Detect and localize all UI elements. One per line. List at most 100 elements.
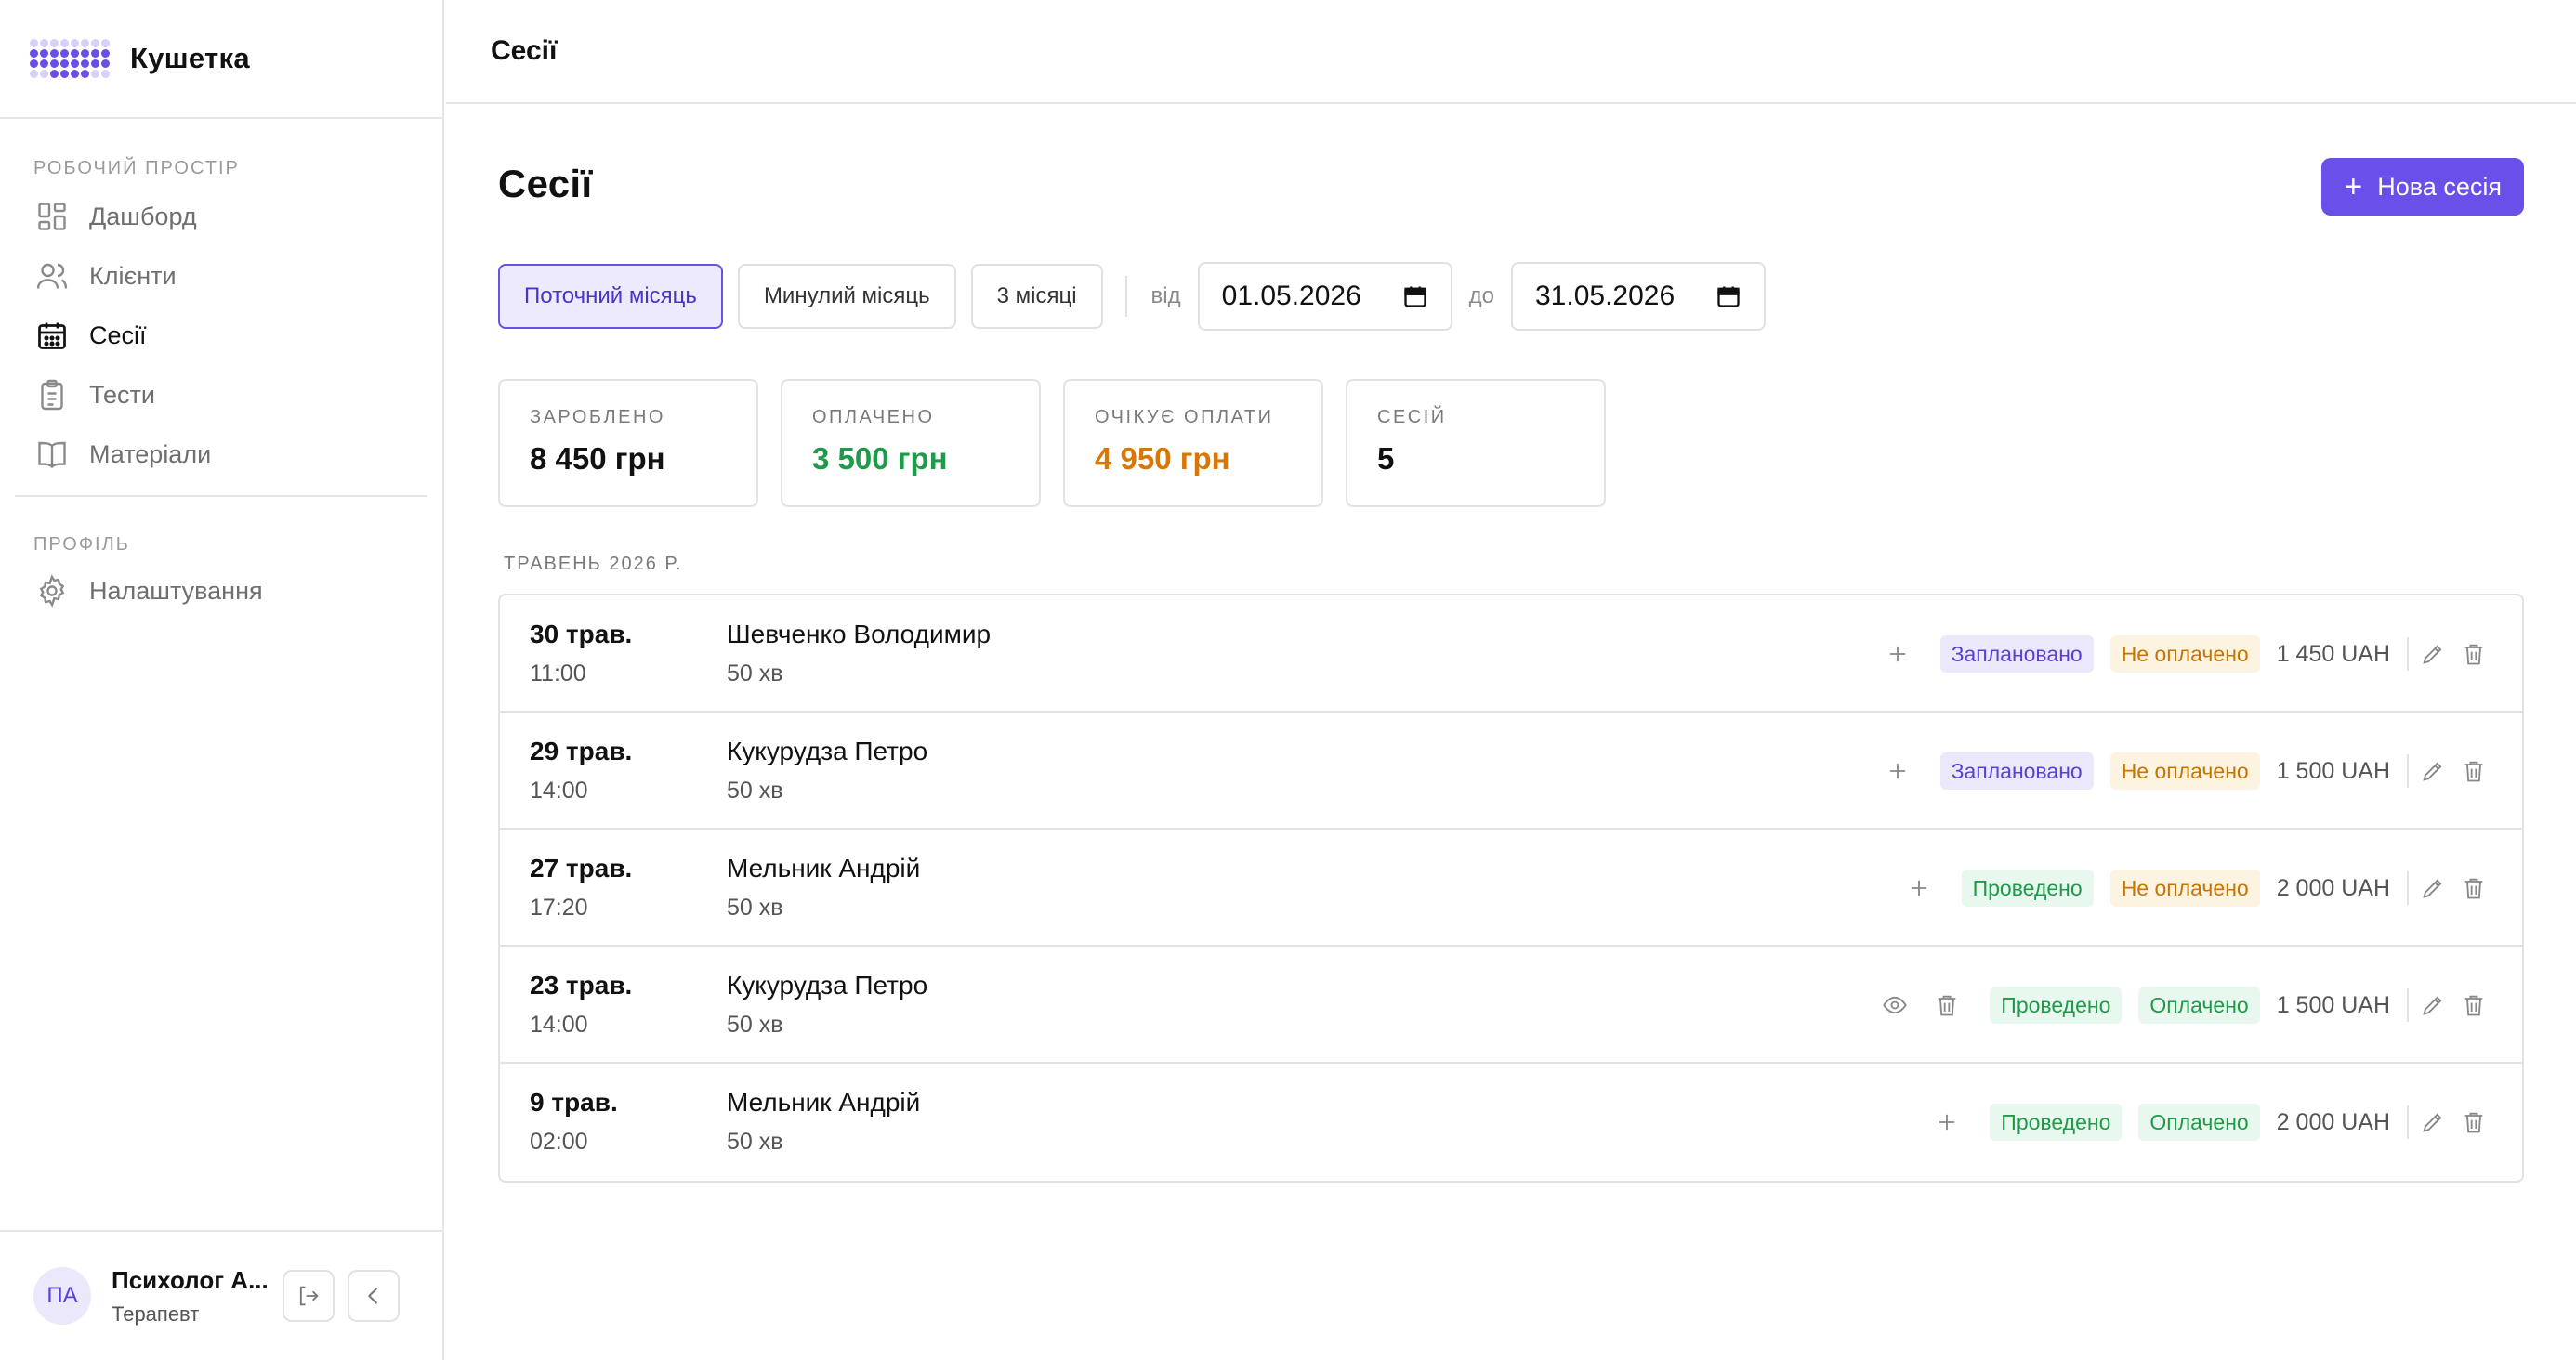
new-session-button[interactable]: + Нова сесія [2321, 158, 2524, 216]
session-amount: 2 000 UAH [2276, 1108, 2390, 1135]
filter-3-months[interactable]: 3 місяці [970, 264, 1103, 329]
app-root: Кушетка РОБОЧИЙ ПРОСТІР Дашборд Клієнти … [0, 0, 2576, 1360]
edit-button[interactable] [2418, 990, 2448, 1020]
trash-icon [2464, 761, 2483, 782]
status-badge: Проведено [1961, 870, 2094, 907]
delete-button[interactable] [2459, 990, 2489, 1020]
delete-button[interactable] [2459, 1107, 2489, 1137]
session-time: 17:20 [530, 895, 588, 921]
actions-separator [2407, 754, 2409, 788]
pencil-icon [2423, 879, 2442, 898]
trash-icon [2464, 995, 2483, 1016]
month-group-label: ТРАВЕНЬ 2026 Р. [504, 554, 683, 574]
book-icon [38, 441, 66, 469]
session-amount: 2 000 UAH [2276, 874, 2390, 901]
to-date-input[interactable]: 31.05.2026 [1511, 262, 1766, 331]
brand-name: Кушетка [130, 42, 250, 74]
to-date-value: 31.05.2026 [1535, 281, 1676, 311]
session-client[interactable]: Кукурудза Петро [727, 971, 927, 1000]
session-date: 27 трав. [530, 854, 633, 883]
session-client[interactable]: Кукурудза Петро [727, 737, 927, 766]
topbar-title: Сесії [491, 35, 558, 66]
logout-button[interactable] [283, 1270, 335, 1322]
sidebar-item-label: Налаштування [89, 576, 263, 605]
new-session-label: Нова сесія [2377, 172, 2502, 201]
session-client[interactable]: Мельник Андрій [727, 854, 920, 883]
sidebar-item-label: Тести [89, 380, 155, 409]
user-name: Психолог А... [112, 1265, 269, 1294]
collapse-sidebar-button[interactable] [348, 1270, 400, 1322]
avatar[interactable]: ПА [33, 1267, 91, 1325]
add-note-button[interactable] [1904, 873, 1934, 903]
session-row[interactable]: 23 трав. 14:00 Кукурудза Петро 50 хв Про… [500, 947, 2522, 1064]
session-time: 02:00 [530, 1129, 588, 1155]
pencil-icon [2423, 996, 2442, 1015]
trash-icon [2464, 644, 2483, 665]
edit-button[interactable] [2418, 639, 2448, 669]
stat-card-earned: ЗАРОБЛЕНО 8 450 грн [498, 379, 758, 507]
plus-icon: + [2344, 169, 2363, 204]
session-row[interactable]: 27 трав. 17:20 Мельник Андрій 50 хв Пров… [500, 830, 2522, 947]
page-title: Сесії [498, 162, 593, 205]
payment-badge[interactable]: Не оплачено [2109, 752, 2260, 790]
delete-button[interactable] [2459, 756, 2489, 786]
chevron-left-icon [367, 1288, 378, 1304]
add-note-button[interactable] [1883, 639, 1912, 669]
view-note-button[interactable] [1880, 990, 1910, 1020]
session-date: 23 трав. [530, 971, 633, 1000]
sidebar-item-settings[interactable]: Налаштування [0, 561, 442, 621]
delete-button[interactable] [2459, 873, 2489, 903]
add-note-button[interactable] [1932, 1107, 1962, 1137]
stat-card-pending: ОЧІКУЄ ОПЛАТИ 4 950 грн [1063, 379, 1323, 507]
sidebar-item-clients[interactable]: Клієнти [0, 246, 442, 306]
from-date-input[interactable]: 01.05.2026 [1197, 262, 1452, 331]
user-info: Психолог А... Терапевт [112, 1266, 269, 1327]
edit-button[interactable] [2418, 1107, 2448, 1137]
payment-badge[interactable]: Оплачено [2138, 1104, 2260, 1141]
session-row[interactable]: 30 трав. 11:00 Шевченко Володимир 50 хв … [500, 595, 2522, 713]
payment-badge[interactable]: Не оплачено [2109, 870, 2260, 907]
calendar-icon[interactable] [1715, 283, 1741, 309]
dashboard-icon [38, 203, 66, 230]
stat-label: СЕСІЙ [1377, 407, 1447, 427]
filter-last-month[interactable]: Минулий місяць [737, 264, 956, 329]
status-badge: Заплановано [1939, 635, 2094, 673]
edit-button[interactable] [2418, 756, 2448, 786]
edit-button[interactable] [2418, 873, 2448, 903]
filter-separator [1124, 276, 1127, 317]
delete-button[interactable] [2459, 639, 2489, 669]
stat-label: ОПЛАЧЕНО [812, 407, 935, 427]
trash-icon [1938, 995, 1956, 1016]
stat-label: ОЧІКУЄ ОПЛАТИ [1095, 407, 1274, 427]
stat-value: 5 [1377, 441, 1395, 476]
payment-badge[interactable]: Оплачено [2138, 987, 2260, 1024]
plus-icon [1889, 763, 1905, 779]
brand[interactable]: Кушетка [0, 0, 442, 119]
from-date-value: 01.05.2026 [1221, 281, 1361, 311]
session-actions: Проведено Оплачено 1 500 UAH [1869, 947, 2494, 1064]
actions-separator [2407, 637, 2409, 671]
sidebar-item-materials[interactable]: Матеріали [0, 425, 442, 484]
actions-separator [2407, 871, 2409, 905]
actions-separator [2407, 988, 2409, 1022]
session-time: 14:00 [530, 778, 588, 804]
add-note-button[interactable] [1883, 756, 1912, 786]
session-amount: 1 500 UAH [2276, 991, 2390, 1018]
session-client[interactable]: Шевченко Володимир [727, 620, 991, 649]
logout-icon [299, 1286, 319, 1306]
delete-note-button[interactable] [1932, 990, 1962, 1020]
sidebar-item-tests[interactable]: Тести [0, 365, 442, 425]
session-amount: 1 450 UAH [2276, 640, 2390, 667]
session-client[interactable]: Мельник Андрій [727, 1088, 920, 1118]
sidebar-item-dashboard[interactable]: Дашборд [0, 187, 442, 246]
eye-icon [1883, 996, 1908, 1014]
session-row[interactable]: 29 трав. 14:00 Кукурудза Петро 50 хв Зап… [500, 713, 2522, 830]
calendar-icon[interactable] [1402, 283, 1428, 309]
filter-current-month[interactable]: Поточний місяць [498, 264, 723, 329]
plus-icon [1911, 880, 1926, 896]
sidebar-item-sessions[interactable]: Сесії [0, 306, 442, 365]
session-date: 29 трав. [530, 737, 633, 765]
session-row[interactable]: 9 трав. 02:00 Мельник Андрій 50 хв Прове… [500, 1064, 2522, 1181]
payment-badge[interactable]: Не оплачено [2109, 635, 2260, 673]
session-duration: 50 хв [727, 660, 783, 687]
